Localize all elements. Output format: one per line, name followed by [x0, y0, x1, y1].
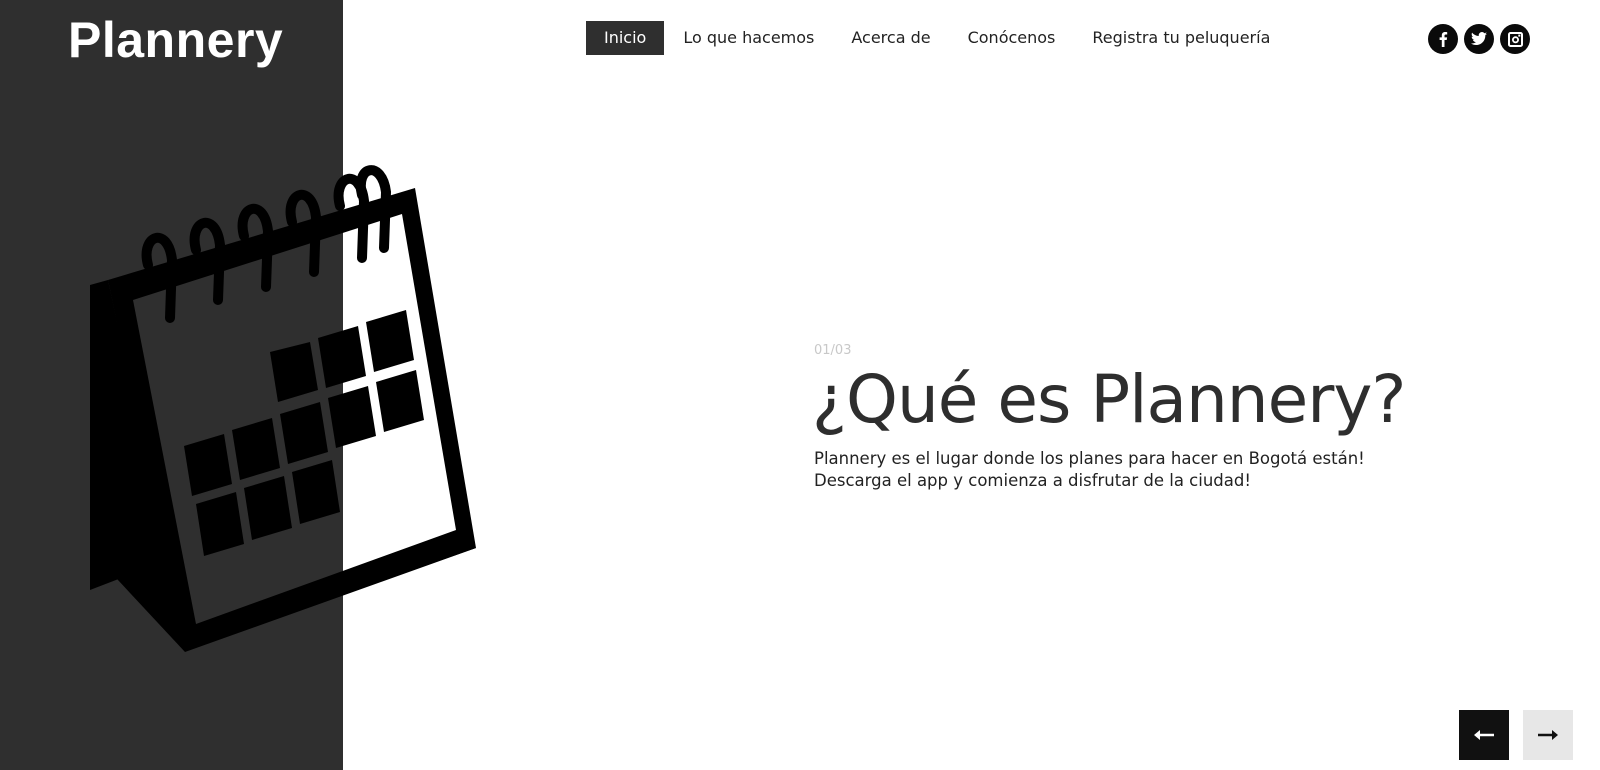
- nav-item-acerca-de[interactable]: Acerca de: [833, 21, 948, 55]
- hero-description-line: Plannery es el lugar donde los planes pa…: [814, 449, 1365, 468]
- hero-title: ¿Qué es Plannery?: [812, 361, 1406, 438]
- nav-item-conocenos[interactable]: Conócenos: [950, 21, 1074, 55]
- main-nav: Inicio Lo que hacemos Acerca de Conóceno…: [586, 21, 1289, 55]
- prev-slide-button[interactable]: [1459, 710, 1509, 760]
- social-links: [1428, 24, 1530, 54]
- instagram-icon[interactable]: [1500, 24, 1530, 54]
- arrow-left-icon: [1474, 730, 1494, 740]
- arrow-right-icon: [1538, 730, 1558, 740]
- nav-item-inicio[interactable]: Inicio: [586, 21, 665, 55]
- next-slide-button[interactable]: [1523, 710, 1573, 760]
- slide-counter: 01/03: [814, 343, 852, 358]
- nav-item-registra-peluqueria[interactable]: Registra tu peluquería: [1074, 21, 1288, 55]
- twitter-icon[interactable]: [1464, 24, 1494, 54]
- hero-description: Plannery es el lugar donde los planes pa…: [814, 448, 1434, 492]
- hero-description-line: Descarga el app y comienza a disfrutar d…: [814, 471, 1251, 490]
- facebook-icon[interactable]: [1428, 24, 1458, 54]
- nav-item-lo-que-hacemos[interactable]: Lo que hacemos: [665, 21, 832, 55]
- calendar-illustration: [90, 165, 476, 652]
